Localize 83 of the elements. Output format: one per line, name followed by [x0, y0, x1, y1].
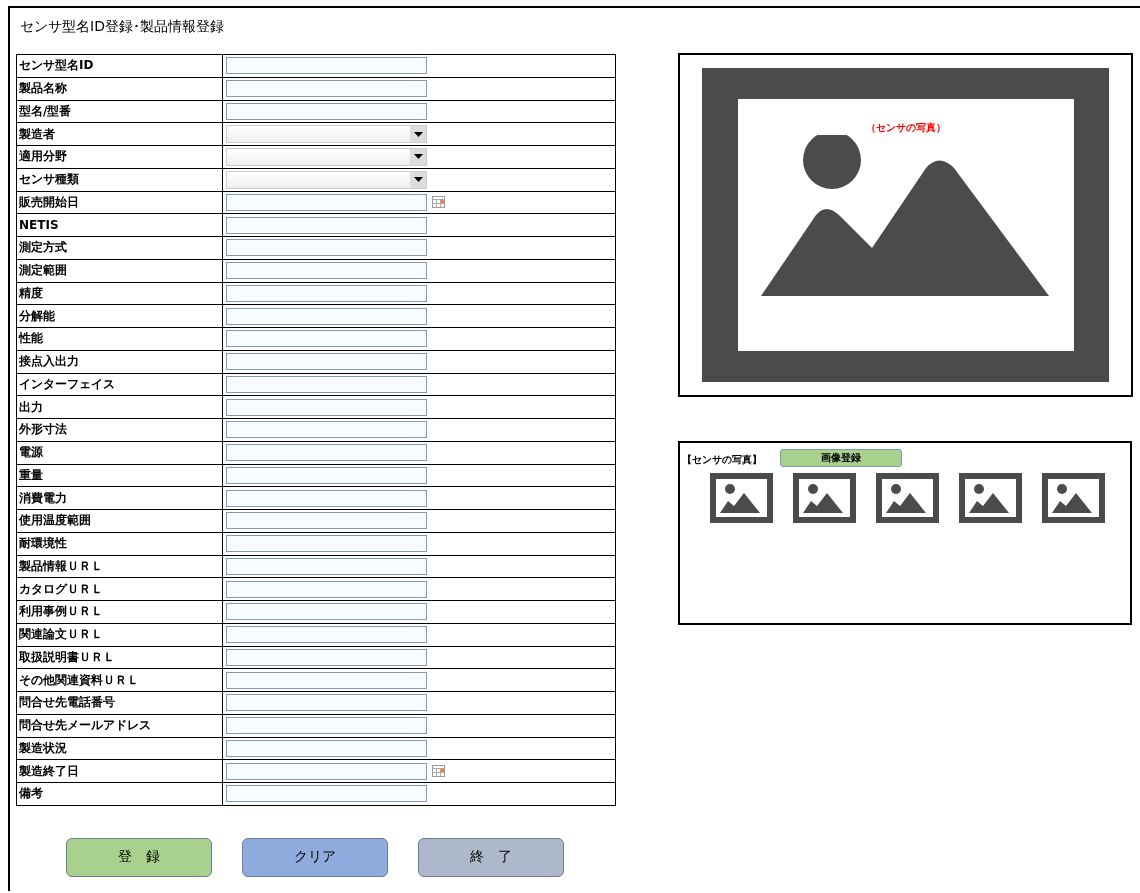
text-field[interactable]	[226, 421, 427, 439]
calendar-icon[interactable]	[432, 765, 445, 778]
field-label: 販売開始日	[17, 191, 223, 214]
field-label: 分解能	[17, 305, 223, 327]
field-label: 型名/型番	[17, 100, 223, 123]
window-title: センサ型名ID登録･製品情報登録	[20, 18, 225, 36]
image-icon	[1042, 473, 1105, 523]
text-field[interactable]	[226, 512, 427, 530]
text-field[interactable]	[226, 330, 427, 348]
text-field[interactable]	[226, 353, 427, 371]
gallery-label: 【センサの写真】	[682, 453, 762, 467]
text-field[interactable]	[226, 717, 427, 735]
exit-button[interactable]: 終 了	[418, 837, 564, 877]
text-field[interactable]	[226, 557, 427, 575]
text-field[interactable]	[226, 739, 427, 757]
text-field[interactable]	[226, 603, 427, 621]
field-label: 測定範囲	[17, 259, 223, 282]
field-label: 問合せ先電話番号	[17, 692, 223, 714]
field-label: 製造終了日	[17, 760, 223, 782]
image-icon	[710, 473, 773, 523]
text-field[interactable]	[226, 648, 427, 666]
field-label: 接点入出力	[17, 350, 223, 373]
date-field[interactable]	[226, 193, 427, 211]
text-field[interactable]	[226, 785, 427, 803]
image-icon	[793, 473, 856, 523]
text-field[interactable]	[226, 307, 427, 325]
text-field[interactable]	[226, 102, 427, 120]
text-field[interactable]	[226, 466, 427, 484]
caret-icon	[413, 131, 423, 137]
clear-button[interactable]: クリア	[242, 837, 388, 877]
dropdown-field[interactable]	[226, 125, 427, 144]
dropdown-field[interactable]	[226, 147, 427, 166]
field-label: 使用温度範囲	[17, 510, 223, 532]
text-field[interactable]	[226, 216, 427, 234]
register-button[interactable]: 登 録	[66, 837, 212, 877]
text-field[interactable]	[226, 262, 427, 280]
field-label: 製造者	[17, 123, 223, 145]
text-field[interactable]	[226, 694, 427, 712]
dropdown-field[interactable]	[226, 170, 427, 189]
field-label: 電源	[17, 441, 223, 464]
field-label: 関連論文ＵＲＬ	[17, 623, 223, 646]
text-field[interactable]	[226, 284, 427, 302]
photo-caption: （センサの写真）	[865, 121, 946, 135]
field-label: 製品名称	[17, 77, 223, 100]
text-field[interactable]	[226, 80, 427, 98]
field-label: センサ型名ID	[17, 55, 223, 77]
field-label: 精度	[17, 282, 223, 305]
caret-icon	[413, 177, 423, 183]
field-label: 適用分野	[17, 146, 223, 168]
field-label: 備考	[17, 783, 223, 805]
text-field[interactable]	[226, 580, 427, 598]
text-field[interactable]	[226, 671, 427, 689]
field-label: NETIS	[17, 214, 223, 236]
field-label: 問合せ先メールアドレス	[17, 714, 223, 737]
calendar-icon[interactable]	[432, 196, 445, 209]
field-label: カタログＵＲＬ	[17, 578, 223, 600]
field-label: 取扱説明書ＵＲＬ	[17, 646, 223, 669]
text-field[interactable]	[226, 239, 427, 257]
field-label: 性能	[17, 328, 223, 350]
field-label: センサ種類	[17, 168, 223, 191]
image-icon	[876, 473, 939, 523]
image-icon	[959, 473, 1022, 523]
caret-icon	[413, 154, 423, 160]
field-label: 出力	[17, 396, 223, 418]
date-field[interactable]	[226, 762, 427, 780]
field-label: 利用事例ＵＲＬ	[17, 601, 223, 623]
text-field[interactable]	[226, 626, 427, 644]
text-field[interactable]	[226, 489, 427, 507]
field-label: 製造状況	[17, 737, 223, 760]
text-field[interactable]	[226, 444, 427, 462]
text-field[interactable]	[226, 57, 427, 75]
field-label: 耐環境性	[17, 532, 223, 555]
field-label: 測定方式	[17, 237, 223, 259]
text-field[interactable]	[226, 398, 427, 416]
field-label: 外形寸法	[17, 419, 223, 441]
text-field[interactable]	[226, 535, 427, 553]
field-label: インターフェイス	[17, 373, 223, 396]
text-field[interactable]	[226, 375, 427, 393]
field-label: その他関連資料ＵＲＬ	[17, 669, 223, 691]
image-register-button[interactable]: 画像登録	[780, 449, 902, 467]
field-label: 製品情報ＵＲＬ	[17, 555, 223, 578]
field-label: 消費電力	[17, 487, 223, 509]
field-label: 重量	[17, 464, 223, 487]
